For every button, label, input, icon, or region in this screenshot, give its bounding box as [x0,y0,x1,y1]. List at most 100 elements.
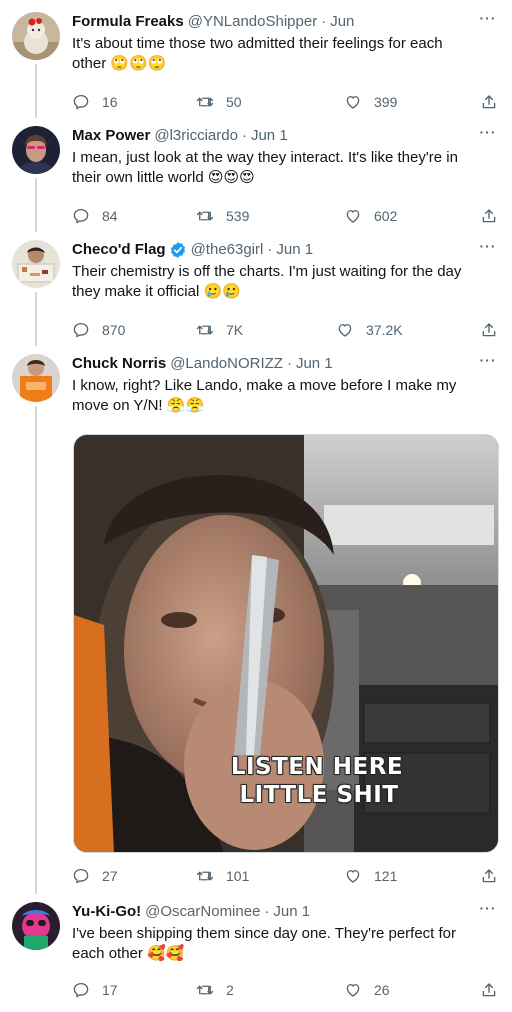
reply-count: 16 [102,94,118,110]
retweet-arrows-icon [196,871,214,881]
share-button[interactable] [480,980,498,1000]
like-count: 602 [374,208,398,224]
tweet-text: I've been shipping them since day one. T… [72,925,457,962]
retweet-arrows-icon [196,985,214,995]
display-name[interactable]: Yu-Ki-Go! [72,902,141,922]
retweet-arrows-icon [196,97,214,107]
reply-bubble-icon [73,94,89,110]
share-button[interactable] [480,866,498,886]
tweet-text: I know, right? Like Lando, make a move b… [72,377,457,414]
avatar[interactable] [12,240,60,288]
like-button[interactable]: 602 [344,206,397,226]
separator-dot: · [286,355,292,372]
reply-count: 27 [102,868,118,884]
tweet-actions: 17 2 26 [72,980,500,1000]
reply-bubble-icon [73,322,89,338]
reply-bubble-icon [73,208,89,224]
share-button[interactable] [480,92,498,112]
tweet[interactable]: Checo'd Flag @the63girl · Jun 1 ··· Thei… [0,239,512,340]
user-handle[interactable]: @OscarNominee [145,902,260,922]
separator-dot: · [241,127,247,144]
share-upload-icon [482,95,496,109]
tweet-date[interactable]: Jun 1 [296,354,333,374]
reply-button[interactable]: 84 [72,206,118,226]
display-name[interactable]: Chuck Norris [72,354,166,374]
heart-icon [346,210,360,223]
more-dots-icon[interactable]: ··· [476,353,500,374]
reply-button[interactable]: 870 [72,320,125,340]
tweet[interactable]: Formula Freaks @YNLandoShipper · Jun ···… [0,11,512,112]
verified-badge-icon [170,242,185,258]
more-dots-icon[interactable]: ··· [476,239,500,260]
like-count: 121 [374,868,398,884]
tweet-date[interactable]: Jun 1 [276,240,313,260]
retweet-button[interactable]: 7K [196,320,243,340]
tweet-date[interactable]: Jun [330,12,354,32]
retweet-button[interactable]: 2 [196,980,234,1000]
tweet-actions: 870 7K 37.2K [72,320,500,340]
retweet-count: 2 [226,982,234,998]
tweet-date[interactable]: Jun 1 [273,902,310,922]
share-button[interactable] [480,206,498,226]
like-button[interactable]: 37.2K [336,320,403,340]
display-name[interactable]: Formula Freaks [72,12,184,32]
tweet-text: I mean, just look at the way they intera… [72,149,458,186]
reply-button[interactable]: 16 [72,92,118,112]
retweet-arrows-icon [196,211,214,221]
media-caption-line1: LISTEN HERE [230,754,404,780]
more-dots-icon[interactable]: ··· [476,11,500,32]
like-count: 26 [374,982,390,998]
tweet-text: Their chemistry is off the charts. I'm j… [72,263,462,300]
retweet-count: 7K [226,322,244,338]
like-button[interactable]: 26 [344,980,390,1000]
separator-dot: · [264,903,270,920]
share-upload-icon [482,983,496,997]
retweet-count: 101 [226,868,250,884]
tweet-actions: 16 50 399 [72,92,500,112]
more-dots-icon[interactable]: ··· [476,901,500,922]
avatar[interactable] [12,12,60,60]
retweet-button[interactable]: 50 [196,92,242,112]
retweet-button[interactable]: 101 [196,866,249,886]
user-handle[interactable]: @YNLandoShipper [188,12,317,32]
tweet-actions: 84 539 602 [72,206,500,226]
separator-dot: · [321,13,327,30]
display-name[interactable]: Max Power [72,126,150,146]
heart-icon [346,96,360,109]
user-handle[interactable]: @the63girl [191,240,264,260]
reply-button[interactable]: 27 [72,866,118,886]
display-name[interactable]: Checo'd Flag [72,240,166,260]
like-count: 399 [374,94,398,110]
heart-icon [346,984,360,997]
tweet-text: It's about time those two admitted their… [72,35,443,72]
avatar[interactable] [12,126,60,174]
reply-button[interactable]: 17 [72,980,118,1000]
share-upload-icon [482,869,496,883]
separator-dot: · [267,241,273,258]
reply-bubble-icon [73,868,89,884]
tweet-media-image[interactable]: LISTEN HERE LITTLE SHIT [73,434,499,853]
tweet-actions: 27 101 121 [72,866,500,886]
like-button[interactable]: 121 [344,866,397,886]
user-handle[interactable]: @LandoNORIZZ [170,354,283,374]
tweet[interactable]: Yu-Ki-Go! @OscarNominee · Jun 1 ··· I've… [0,901,512,1002]
reply-count: 870 [102,322,126,338]
share-upload-icon [482,209,496,223]
heart-icon [346,870,360,883]
share-button[interactable] [480,320,498,340]
retweet-button[interactable]: 539 [196,206,249,226]
retweet-count: 539 [226,208,250,224]
reply-count: 17 [102,982,118,998]
retweet-count: 50 [226,94,242,110]
heart-icon [338,324,352,337]
user-handle[interactable]: @l3ricciardo [154,126,238,146]
share-upload-icon [482,323,496,337]
like-button[interactable]: 399 [344,92,397,112]
tweet-date[interactable]: Jun 1 [251,126,288,146]
retweet-arrows-icon [196,325,214,335]
reply-count: 84 [102,208,118,224]
tweet[interactable]: Max Power @l3ricciardo · Jun 1 ··· I mea… [0,125,512,226]
more-dots-icon[interactable]: ··· [476,125,500,146]
avatar[interactable] [12,354,60,402]
avatar[interactable] [12,902,60,950]
